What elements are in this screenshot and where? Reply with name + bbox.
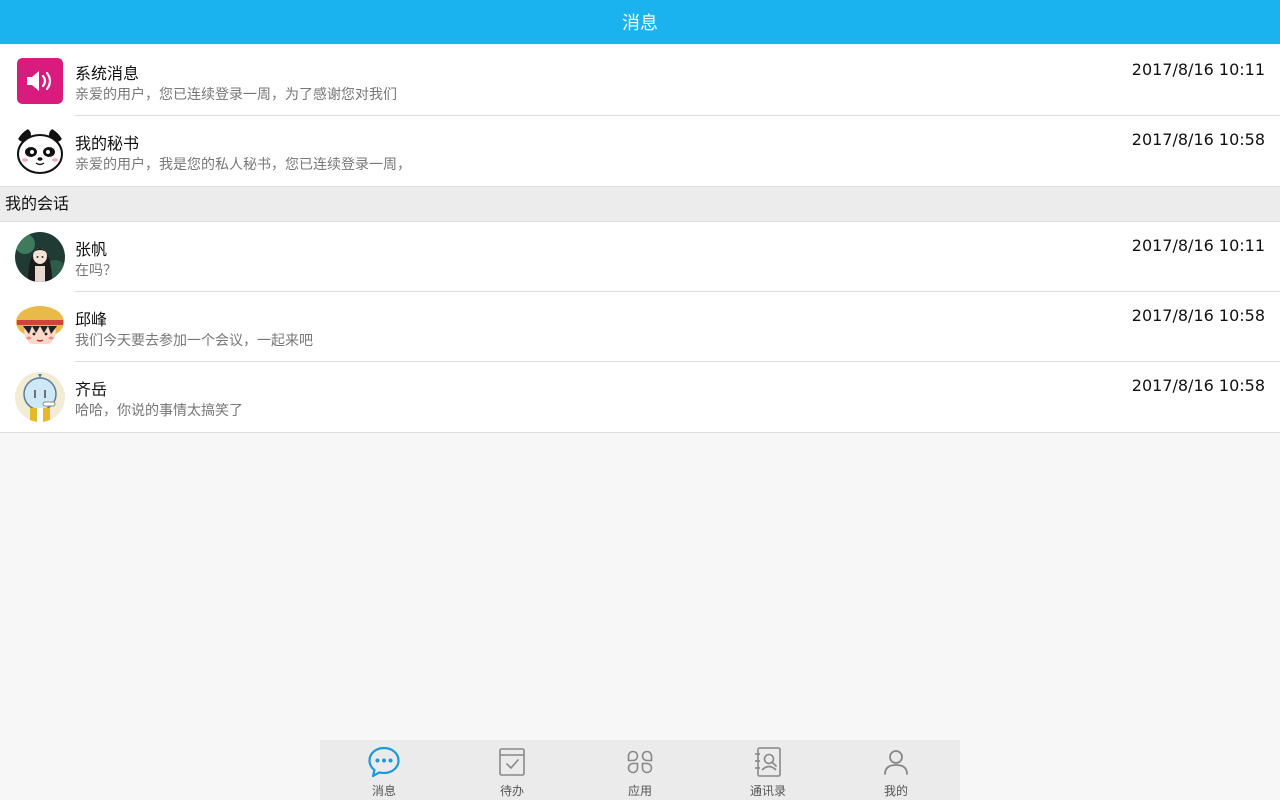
tab-label: 待办	[499, 784, 524, 798]
system-message-list: 系统消息 亲爱的用户，您已连续登录一周，为了感谢您对我们 2017/8/16 1…	[0, 46, 1280, 186]
tab-messages[interactable]: 消息	[320, 740, 448, 800]
message-time: 2017/8/16 10:58	[1131, 376, 1265, 395]
list-item-conversation[interactable]: 齐岳 哈哈，你说的事情太搞笑了 2017/8/16 10:58	[0, 362, 1280, 432]
section-title: 我的会话	[5, 194, 70, 213]
section-header-conversations: 我的会话	[0, 186, 1280, 222]
list-item-conversation[interactable]: 张帆 在吗？ 2017/8/16 10:11	[0, 222, 1280, 292]
contacts-book-icon	[751, 745, 785, 779]
avatar	[15, 372, 65, 422]
conversation-list: 张帆 在吗？ 2017/8/16 10:11 邱峰 我们今天要去参加一个会议，一…	[0, 222, 1280, 433]
message-preview: 我们今天要去参加一个会议，一起来吧	[75, 333, 313, 349]
message-time: 2017/8/16 10:11	[1131, 60, 1265, 79]
todo-check-icon	[495, 745, 529, 779]
page-title: 消息	[622, 13, 658, 34]
tab-label: 通讯录	[749, 784, 786, 798]
panda-avatar	[15, 126, 65, 176]
list-item-conversation[interactable]: 邱峰 我们今天要去参加一个会议，一起来吧 2017/8/16 10:58	[0, 292, 1280, 362]
person-icon	[879, 745, 913, 779]
message-preview: 亲爱的用户，我是您的私人秘书，您已连续登录一周，	[75, 157, 411, 173]
bottom-tab-bar: 消息 待办 应用 通讯录 我的	[320, 740, 960, 800]
message-sender: 我的秘书	[75, 134, 140, 153]
tab-todo[interactable]: 待办	[448, 740, 576, 800]
conversation-name: 张帆	[75, 240, 108, 259]
message-time: 2017/8/16 10:58	[1131, 130, 1265, 149]
conversation-name: 齐岳	[75, 380, 108, 399]
tab-label: 我的	[883, 784, 908, 798]
speaker-icon	[17, 58, 63, 104]
chat-bubble-icon	[367, 745, 401, 779]
tab-label: 应用	[627, 784, 652, 798]
list-item-system-messages[interactable]: 系统消息 亲爱的用户，您已连续登录一周，为了感谢您对我们 2017/8/16 1…	[0, 46, 1280, 116]
message-time: 2017/8/16 10:58	[1131, 306, 1265, 325]
tab-apps[interactable]: 应用	[576, 740, 704, 800]
apps-grid-icon	[623, 745, 657, 779]
avatar	[15, 302, 65, 352]
avatar	[15, 232, 65, 282]
header-bar: 消息	[0, 0, 1280, 44]
list-item-my-secretary[interactable]: 我的秘书 亲爱的用户，我是您的私人秘书，您已连续登录一周， 2017/8/16 …	[0, 116, 1280, 186]
conversation-name: 邱峰	[75, 310, 108, 329]
message-preview: 亲爱的用户，您已连续登录一周，为了感谢您对我们	[75, 87, 397, 103]
tab-contacts[interactable]: 通讯录	[704, 740, 832, 800]
tab-label: 消息	[371, 784, 396, 798]
tab-me[interactable]: 我的	[832, 740, 960, 800]
message-time: 2017/8/16 10:11	[1131, 236, 1265, 255]
message-preview: 在吗？	[75, 263, 117, 279]
message-sender: 系统消息	[75, 64, 140, 83]
message-preview: 哈哈，你说的事情太搞笑了	[75, 403, 243, 419]
